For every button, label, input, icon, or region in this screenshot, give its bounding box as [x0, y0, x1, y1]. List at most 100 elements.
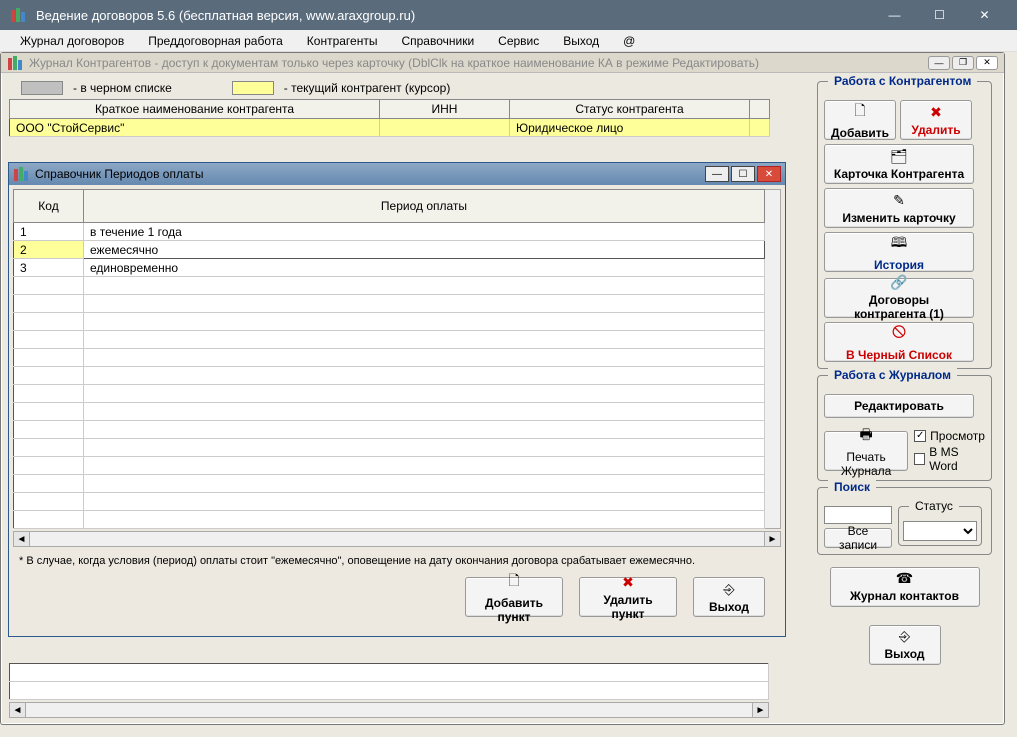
col-status[interactable]: Статус контрагента	[510, 100, 750, 119]
msword-label: В MS Word	[929, 445, 985, 473]
app-title: Ведение договоров 5.6 (бесплатная версия…	[36, 8, 872, 23]
periods-grid[interactable]: Код Период оплаты 1 в течение 1 года 2 е…	[13, 189, 765, 529]
dialog-title: Справочник Периодов оплаты	[35, 167, 705, 181]
scroll-left-icon[interactable]: ◄	[10, 703, 26, 717]
menu-contractors[interactable]: Контрагенты	[295, 32, 390, 50]
contractor-grid[interactable]: Краткое наименование контрагента ИНН Ста…	[9, 99, 770, 137]
group-search: Поиск Все записи Статус	[817, 487, 992, 555]
minimize-button[interactable]: —	[872, 0, 917, 30]
status-select[interactable]	[903, 521, 977, 541]
card-button[interactable]: 🗂 Карточка Контрагента	[824, 144, 974, 184]
all-records-button[interactable]: Все записи	[824, 528, 892, 548]
delete-icon: ✖	[930, 104, 942, 121]
preview-checkbox-row[interactable]: ✓ Просмотр	[914, 428, 985, 444]
periods-hscroll[interactable]: ◄ ►	[13, 531, 781, 547]
dialog-hint: * В случае, когда условия (период) оплат…	[13, 549, 781, 573]
journal-window-titlebar: Журнал Контрагентов - доступ к документа…	[1, 53, 1004, 73]
contacts-icon: ☎	[896, 570, 913, 587]
cell-inn[interactable]	[380, 119, 510, 137]
menu-at[interactable]: @	[611, 32, 647, 50]
history-button[interactable]: 🕮 История	[824, 232, 974, 272]
link-icon: 🔗	[890, 274, 907, 291]
edit-card-icon: ✎	[893, 192, 905, 209]
dialog-close-button[interactable]: ✕	[757, 166, 781, 182]
blacklist-icon: 🛇	[892, 322, 906, 346]
exit-journal-button[interactable]: ⎆ Выход	[869, 625, 941, 665]
period-row[interactable]: 1 в течение 1 года	[14, 223, 765, 241]
grid-vscroll[interactable]	[750, 119, 770, 137]
group-contractor-title: Работа с Контрагентом	[828, 74, 977, 88]
periods-dialog: Справочник Периодов оплаты — ☐ ✕ Код Пер…	[8, 162, 786, 637]
journal-restore-button[interactable]: ❐	[952, 56, 974, 70]
exit-icon: ⎆	[899, 628, 910, 645]
menu-exit[interactable]: Выход	[551, 32, 611, 50]
scroll-left-icon[interactable]: ◄	[14, 532, 30, 546]
exit-icon: ⎆	[723, 581, 734, 598]
status-label: Статус	[909, 499, 959, 513]
document-new-icon: 🗋	[854, 100, 865, 124]
cell-status[interactable]: Юридическое лицо	[510, 119, 750, 137]
contractor-grid-bottom	[9, 663, 769, 700]
close-button[interactable]: ✕	[962, 0, 1007, 30]
window-controls: — ☐ ✕	[872, 0, 1007, 30]
group-contractor: Работа с Контрагентом 🗋 Добавить ✖ Удали…	[817, 81, 992, 369]
period-row[interactable]: 3 единовременно	[14, 259, 765, 277]
dialog-add-button[interactable]: 🗋 Добавить пункт	[465, 577, 563, 617]
col-inn[interactable]: ИНН	[380, 100, 510, 119]
dialog-max-button[interactable]: ☐	[731, 166, 755, 182]
col-code[interactable]: Код	[14, 190, 84, 223]
dialog-min-button[interactable]: —	[705, 166, 729, 182]
legend-swatch-current	[232, 81, 274, 95]
journal-window-icon	[7, 55, 23, 71]
legend-swatch-blacklist	[21, 81, 63, 95]
printer-icon: 🖶	[859, 424, 872, 448]
contractor-row[interactable]: ООО "СтойСервис" Юридическое лицо	[10, 119, 770, 137]
legend-label-current: - текущий контрагент (курсор)	[284, 81, 451, 95]
add-button[interactable]: 🗋 Добавить	[824, 100, 896, 140]
delete-icon: ✖	[622, 574, 634, 591]
delete-button[interactable]: ✖ Удалить	[900, 100, 972, 140]
msword-checkbox-row[interactable]: В MS Word	[914, 444, 985, 474]
menu-directories[interactable]: Справочники	[389, 32, 486, 50]
card-icon: 🗂	[890, 148, 908, 165]
app-icon	[10, 7, 26, 23]
document-new-icon: 🗋	[508, 570, 519, 594]
journal-window-title: Журнал Контрагентов - доступ к документа…	[29, 56, 928, 70]
dialog-titlebar[interactable]: Справочник Периодов оплаты — ☐ ✕	[9, 163, 785, 185]
menu-journal[interactable]: Журнал договоров	[8, 32, 136, 50]
scroll-right-icon[interactable]: ►	[752, 703, 768, 717]
periods-vscroll[interactable]	[765, 189, 781, 529]
legend-label-blacklist: - в черном списке	[73, 81, 172, 95]
col-period[interactable]: Период оплаты	[84, 190, 765, 223]
contracts-button[interactable]: 🔗 Договоры контрагента (1)	[824, 278, 974, 318]
group-journal-title: Работа с Журналом	[828, 368, 957, 382]
search-input[interactable]	[824, 506, 892, 524]
edit-card-button[interactable]: ✎ Изменить карточку	[824, 188, 974, 228]
mdi-area: Журнал Контрагентов - доступ к документа…	[0, 52, 1017, 737]
grid-hscroll[interactable]: ◄ ►	[9, 702, 769, 718]
journal-close-button[interactable]: ✕	[976, 56, 998, 70]
dialog-delete-button[interactable]: ✖ Удалить пункт	[579, 577, 677, 617]
maximize-button[interactable]: ☐	[917, 0, 962, 30]
print-journal-button[interactable]: 🖶 Печать Журнала	[824, 431, 908, 471]
scroll-right-icon[interactable]: ►	[764, 532, 780, 546]
msword-checkbox[interactable]	[914, 453, 925, 465]
period-row-selected[interactable]: 2 ежемесячно	[14, 241, 765, 259]
cell-name[interactable]: ООО "СтойСервис"	[10, 119, 380, 137]
blacklist-button[interactable]: 🛇 В Черный Список	[824, 322, 974, 362]
col-name[interactable]: Краткое наименование контрагента	[10, 100, 380, 119]
period-edit-cell[interactable]: ежемесячно	[84, 241, 765, 259]
dialog-exit-button[interactable]: ⎆ Выход	[693, 577, 765, 617]
menubar: Журнал договоров Преддоговорная работа К…	[0, 30, 1017, 52]
journal-min-button[interactable]: —	[928, 56, 950, 70]
menu-service[interactable]: Сервис	[486, 32, 551, 50]
legend-row: - в черном списке - текущий контрагент (…	[9, 77, 805, 99]
contacts-journal-button[interactable]: ☎ Журнал контактов	[830, 567, 980, 607]
preview-checkbox[interactable]: ✓	[914, 430, 926, 442]
main-titlebar: Ведение договоров 5.6 (бесплатная версия…	[0, 0, 1017, 30]
history-icon: 🕮	[891, 232, 908, 256]
preview-label: Просмотр	[930, 429, 985, 443]
edit-journal-button[interactable]: Редактировать	[824, 394, 974, 418]
menu-precontract[interactable]: Преддоговорная работа	[136, 32, 295, 50]
group-journal: Работа с Журналом Редактировать 🖶 Печать…	[817, 375, 992, 481]
